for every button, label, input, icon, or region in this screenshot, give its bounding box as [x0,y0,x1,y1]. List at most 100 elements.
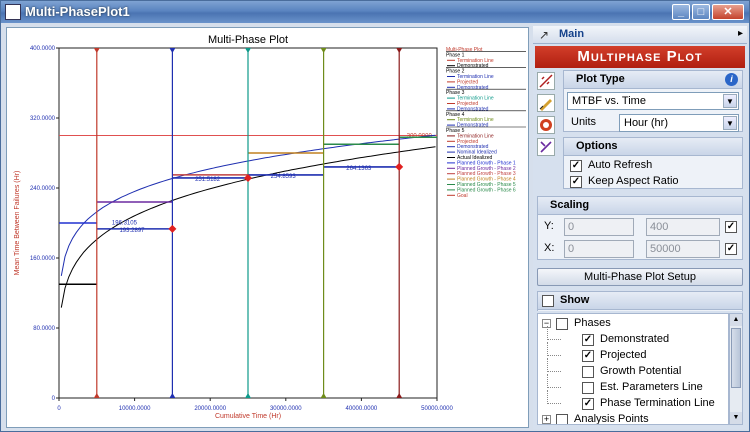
title-bar[interactable]: Multi-PhasePlot1 _ □ ✕ [1,1,749,23]
options-section: Options ✓ Auto Refresh ✓ Keep Aspect Rat… [563,137,743,189]
show-all-checkbox[interactable] [542,295,554,307]
y-max-input[interactable]: 400 [646,218,720,236]
tree-item[interactable]: ✓ Demonstrated [538,326,728,348]
demonstrated-label: 193.2897 [119,228,145,234]
tree-item-label: Growth Potential [600,365,682,377]
tree-item-label: Projected [600,349,647,361]
x-auto-checkbox[interactable]: ✓ [725,243,737,255]
scaling-title: Scaling [538,197,742,215]
tree-connector [547,358,561,372]
tree-scrollbar[interactable]: ▲ ▼ [729,313,743,425]
x-tick-label: 10000.0000 [119,406,151,412]
info-icon[interactable]: i [725,73,738,86]
y-tick-label: 0 [52,396,56,402]
panel-banner: Multiphase Plot [535,46,745,68]
demonstrated-label: 264.1363 [346,166,372,172]
shield-tool-icon[interactable] [537,116,555,134]
tree-item[interactable]: ✓ Phase Termination Line [538,390,728,412]
tree-item-label: Est. Parameters Line [600,381,703,393]
x-tick-label: 20000.0000 [194,406,226,412]
plot-type-tool-icon[interactable] [537,72,555,90]
x-tick-label: 50000.0000 [421,406,453,412]
show-title-label: Show [560,294,590,306]
tree-item-checkbox[interactable] [582,382,594,394]
demonstrated-label: 196.3105 [112,221,138,227]
panel-next-arrow-icon[interactable]: ▸ [738,28,743,39]
legend-entry: Goal [457,193,468,199]
close-button[interactable]: ✕ [712,4,744,20]
tree-item-checkbox[interactable] [582,366,594,378]
scaling-title-label: Scaling [550,199,590,211]
units-select[interactable]: Hour (hr) ▼ [619,114,739,132]
chart-title: Multi-Phase Plot [208,34,288,46]
control-panel: ↗ Main ▸ Multiphase Plot Plot Type i MTB… [533,26,747,429]
scroll-up-icon[interactable]: ▲ [730,314,742,326]
plot-type-value: MTBF vs. Time [572,95,646,107]
y-min-input[interactable]: 0 [564,218,634,236]
x-tick-label: 40000.0000 [346,406,378,412]
x-max-input[interactable]: 50000 [646,240,720,258]
tree-item-label: Demonstrated [600,333,670,345]
refresh-tool-icon[interactable] [537,138,555,156]
y-tick-label: 160.0000 [30,256,56,262]
scroll-down-icon[interactable]: ▼ [730,412,742,424]
plot-type-title: Plot Type i [564,71,742,89]
tree-item-checkbox[interactable] [556,414,568,424]
panel-header-label: Main [559,28,585,40]
chevron-down-icon[interactable]: ▼ [723,94,737,108]
y-scale-label: Y: [544,220,554,232]
app-icon [5,4,21,20]
x-min-input[interactable]: 0 [564,240,634,258]
tree-item[interactable]: − Phases [538,316,728,332]
tree-connector [547,326,561,340]
tree-item-checkbox[interactable]: ✓ [582,334,594,346]
multiphase-chart: Multi-Phase Plot Cumulative Time (Hr) Mean… [14,34,526,420]
tree-item[interactable]: + Analysis Points [538,412,728,425]
scroll-thumb[interactable] [731,328,741,388]
window-title: Multi-PhasePlot1 [25,4,130,19]
minimize-button[interactable]: _ [672,4,690,20]
units-value: Hour (hr) [624,117,669,129]
plot-area: Multi-Phase Plot Cumulative Time (Hr) Mean… [6,27,529,428]
x-tick-label: 30000.0000 [270,406,302,412]
y-tick-label: 400.0000 [30,46,56,52]
y-tick-label: 240.0000 [30,186,56,192]
main-icon: ↗ [539,28,550,42]
show-tree: − Phases ✓ Demonstrated ✓ Projected Growth Pot… [537,313,729,425]
y-axis-label: Mean Time Between Failures (Hr) [14,171,21,276]
tree-connector [547,390,561,404]
y-tick-label: 320.0000 [30,116,56,122]
multiphase-setup-button[interactable]: Multi-Phase Plot Setup [537,268,743,286]
multiphase-plot-window: Multi-PhasePlot1 _ □ ✕ Multi-Phase Plot C… [0,0,750,432]
tree-item-checkbox[interactable]: ✓ [582,398,594,410]
tree-item[interactable]: Est. Parameters Line [538,374,728,396]
plot-type-section: Plot Type i MTBF vs. Time ▼ Units Hour (… [563,70,743,132]
pencil-tool-icon[interactable] [537,94,555,112]
expand-icon[interactable]: + [542,415,551,424]
auto-refresh-checkbox[interactable]: ✓ [570,160,582,172]
tree-item[interactable]: Growth Potential [538,358,728,380]
x-scale-label: X: [544,242,555,254]
units-label: Units [571,116,597,128]
plot-type-select[interactable]: MTBF vs. Time ▼ [567,92,739,110]
keep-aspect-ratio-label: Keep Aspect Ratio [588,175,679,187]
panel-header: ↗ Main ▸ [533,26,747,44]
tree-item-label: Analysis Points [574,413,649,425]
scaling-section: Scaling Y: 0 400 ✓ X: 0 50000 ✓ [537,196,743,260]
chevron-down-icon[interactable]: ▼ [723,116,737,130]
tree-connector [547,374,561,388]
y-auto-checkbox[interactable]: ✓ [725,221,737,233]
tree-item-label: Phase Termination Line [600,397,715,409]
auto-refresh-label: Auto Refresh [588,159,653,171]
demonstrated-label: 254.8593 [271,174,297,180]
tree-item[interactable]: ✓ Projected [538,342,728,364]
maximize-button[interactable]: □ [692,4,710,20]
keep-aspect-ratio-checkbox[interactable]: ✓ [570,176,582,188]
options-title: Options [564,138,742,156]
show-section: Show [537,291,743,311]
x-axis-label: Cumulative Time (Hr) [215,413,281,420]
show-title: Show [538,292,742,310]
tree-item-checkbox[interactable]: ✓ [582,350,594,362]
tree-item-label: Phases [574,317,611,329]
y-tick-label: 80.0000 [33,326,55,332]
